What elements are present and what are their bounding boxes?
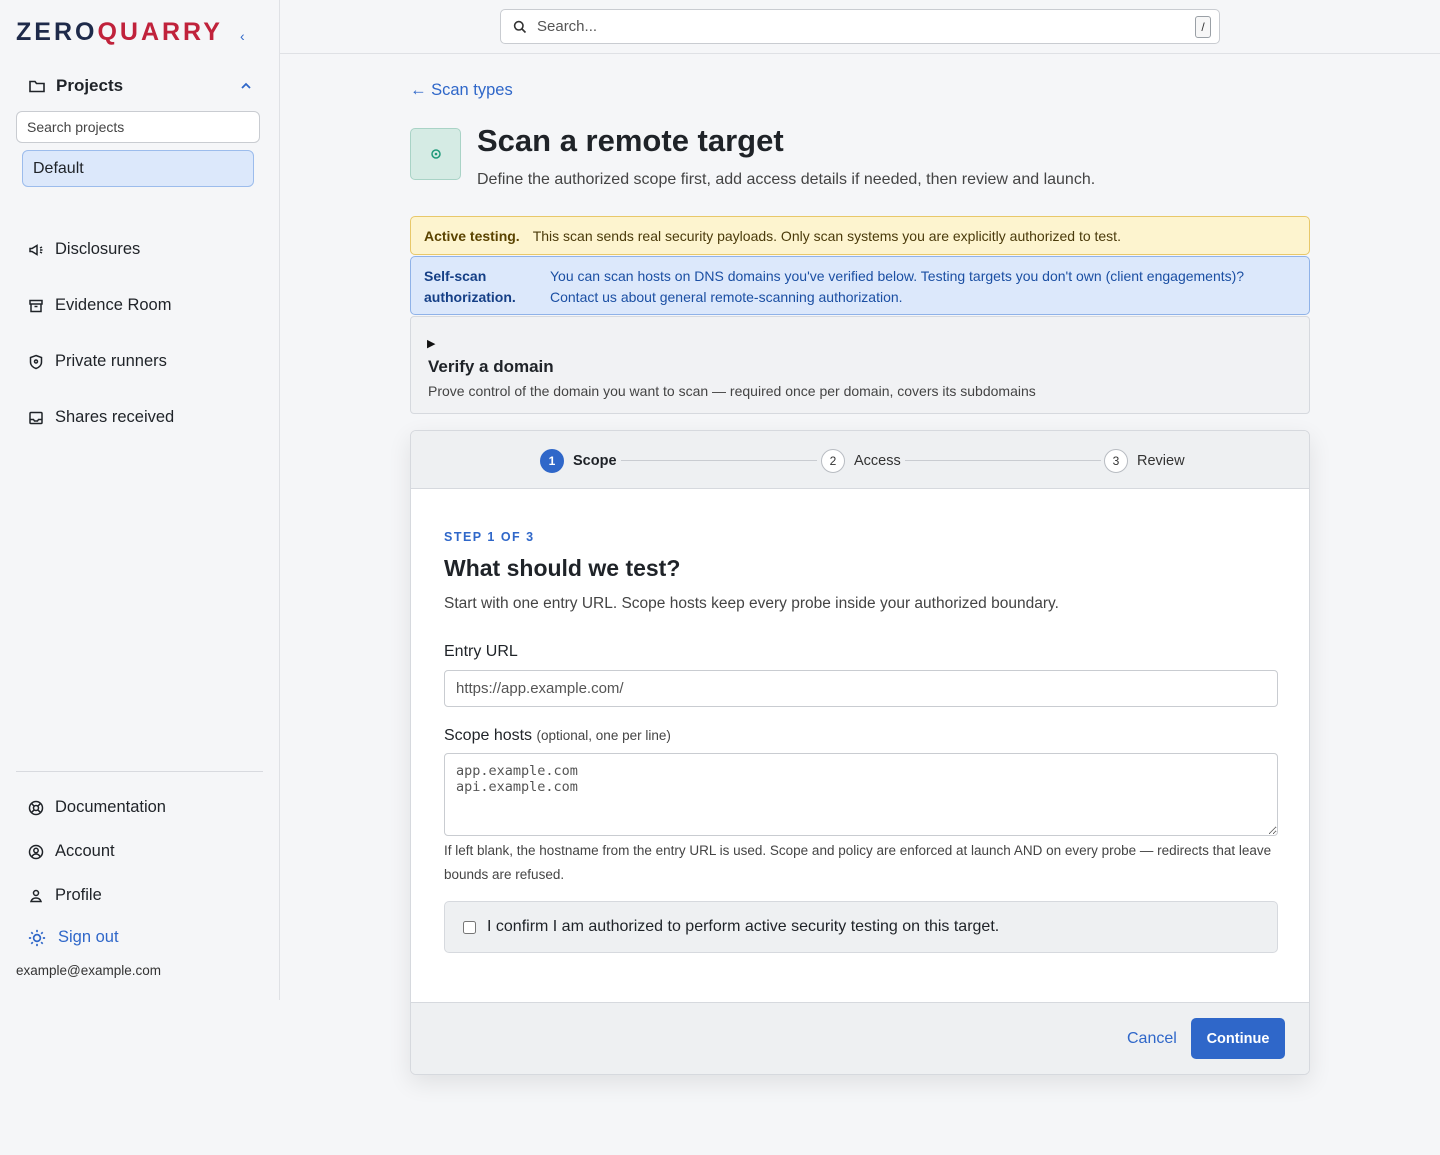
- sidebar-item-label: Account: [55, 842, 115, 860]
- search-icon: [513, 20, 527, 33]
- folder-icon: [29, 80, 45, 93]
- active-testing-warning: Active testing. This scan sends real sec…: [410, 216, 1310, 255]
- brand-logo[interactable]: ZERO QUARRY: [16, 18, 223, 47]
- archive-icon: [29, 299, 43, 312]
- scan-wizard-card: 1 Scope 2 Access 3 Review STEP 1 OF 3 Wh…: [410, 430, 1310, 1075]
- projects-section-toggle[interactable]: Projects: [28, 76, 252, 96]
- step-access[interactable]: 2 Access: [821, 449, 901, 473]
- user-icon: [29, 889, 43, 902]
- scope-hosts-label: Scope hosts (optional, one per line): [444, 727, 671, 745]
- top-bar: /: [280, 0, 1440, 54]
- entry-url-input[interactable]: [444, 670, 1278, 707]
- step-scope[interactable]: 1 Scope: [540, 449, 617, 473]
- verify-domain-title: Verify a domain: [428, 357, 554, 376]
- verify-domain-disclosure[interactable]: ▶ Verify a domain Prove control of the d…: [410, 316, 1310, 414]
- scope-hosts-hint: If left blank, the hostname from the ent…: [444, 843, 1272, 882]
- step-label: Scope: [573, 453, 617, 469]
- cancel-button[interactable]: Cancel: [1127, 1030, 1177, 1048]
- inbox-icon: [29, 411, 43, 424]
- sun-icon: [28, 929, 46, 946]
- step-title: What should we test?: [444, 555, 681, 581]
- scope-hosts-optional-note: (optional, one per line): [536, 728, 671, 743]
- sidebar-divider: [16, 771, 263, 772]
- step-connector: [905, 460, 1101, 461]
- sidebar-item-label: Shares received: [55, 408, 175, 426]
- continue-button[interactable]: Continue: [1191, 1018, 1285, 1059]
- brand-logo-part1: ZERO: [16, 18, 98, 46]
- entry-url-label: Entry URL: [444, 643, 518, 660]
- projects-label: Projects: [56, 76, 124, 95]
- collapse-sidebar-button[interactable]: ‹: [240, 28, 245, 44]
- sidebar-item-shares-received[interactable]: Shares received: [28, 408, 174, 427]
- scope-hosts-textarea[interactable]: [444, 753, 1278, 836]
- target-icon: [410, 128, 461, 180]
- sidebar-item-label: Documentation: [55, 798, 166, 816]
- warning-label: Active testing.: [424, 227, 520, 244]
- back-to-scan-types-link[interactable]: ← Scan types: [410, 81, 513, 100]
- lifebuoy-icon: [28, 800, 44, 815]
- project-search-input[interactable]: [16, 111, 260, 143]
- sidebar: ZEROQUARRY ‹ Projects Default Disclosure…: [0, 0, 280, 1000]
- sidebar-item-label: Profile: [55, 886, 102, 904]
- sign-out-button[interactable]: Sign out: [28, 928, 119, 947]
- step-review[interactable]: 3 Review: [1104, 449, 1185, 473]
- sidebar-item-label: Disclosures: [55, 240, 141, 258]
- info-text: You can scan hosts on DNS domains you've…: [550, 268, 1245, 305]
- self-scan-authorization-notice: Self-scan authorization. You can scan ho…: [410, 256, 1310, 315]
- step-number: 1: [540, 449, 564, 473]
- chevron-up-icon: [241, 82, 251, 89]
- step-label: Access: [854, 453, 901, 469]
- project-item-default[interactable]: Default: [22, 150, 254, 187]
- sign-out-label: Sign out: [58, 928, 119, 946]
- shield-icon: [29, 354, 43, 369]
- step-connector: [621, 460, 817, 461]
- authorization-confirm[interactable]: I confirm I am authorized to perform act…: [444, 901, 1278, 953]
- wizard-footer: Cancel Continue: [411, 1002, 1309, 1074]
- page-subtitle: Define the authorized scope first, add a…: [477, 171, 1096, 188]
- step-description: Start with one entry URL. Scope hosts ke…: [444, 595, 1059, 612]
- sidebar-item-private-runners[interactable]: Private runners: [28, 352, 167, 371]
- warning-text: This scan sends real security payloads. …: [532, 227, 1121, 244]
- sidebar-item-documentation[interactable]: Documentation: [28, 798, 166, 817]
- sidebar-item-label: Evidence Room: [55, 296, 172, 314]
- sidebar-item-profile[interactable]: Profile: [28, 886, 102, 905]
- user-circle-icon: [28, 844, 44, 859]
- wizard-stepper: 1 Scope 2 Access 3 Review: [411, 431, 1309, 489]
- page-title: Scan a remote target: [477, 123, 784, 158]
- global-search-input[interactable]: [537, 18, 1195, 35]
- verify-domain-description: Prove control of the domain you want to …: [428, 383, 1036, 399]
- step-number: 2: [821, 449, 845, 473]
- info-label: Self-scan authorization.: [424, 268, 516, 305]
- user-email: example@example.com: [16, 963, 162, 978]
- sidebar-item-account[interactable]: Account: [28, 842, 115, 861]
- search-shortcut-key: /: [1195, 15, 1211, 38]
- sidebar-item-disclosures[interactable]: Disclosures: [28, 240, 140, 259]
- authorization-checkbox[interactable]: [463, 920, 476, 934]
- global-search[interactable]: /: [500, 9, 1220, 44]
- brand-logo-part2: QUARRY: [97, 18, 223, 46]
- step-number: 3: [1104, 449, 1128, 473]
- sidebar-item-label: Private runners: [55, 352, 167, 370]
- megaphone-icon: [29, 243, 43, 256]
- scope-hosts-label-text: Scope hosts: [444, 727, 533, 744]
- authorization-confirm-label: I confirm I am authorized to perform act…: [487, 918, 1000, 935]
- sidebar-item-evidence-room[interactable]: Evidence Room: [28, 296, 171, 315]
- disclosure-triangle-icon[interactable]: ▶: [427, 337, 435, 350]
- step-eyebrow: STEP 1 OF 3: [444, 530, 535, 544]
- step-label: Review: [1137, 453, 1185, 469]
